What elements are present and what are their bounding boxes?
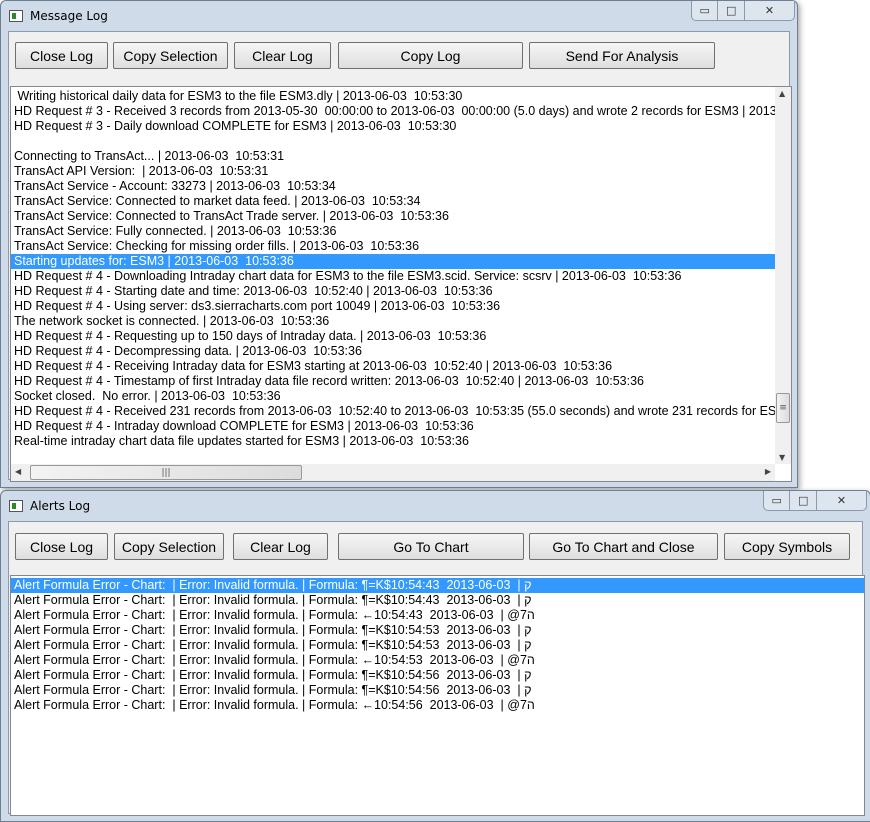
list-item[interactable]: Alert Formula Error - Chart: | Error: In… bbox=[11, 638, 864, 653]
close-log-button[interactable]: Close Log bbox=[15, 533, 108, 560]
clear-log-button[interactable]: Clear Log bbox=[233, 533, 328, 560]
maximize-icon[interactable]: □ bbox=[790, 491, 817, 510]
scroll-right-icon[interactable]: ▶ bbox=[765, 467, 771, 476]
horizontal-scrollbar[interactable]: ◀ ||| ▶ bbox=[11, 464, 775, 481]
list-item[interactable]: TransAct Service: Fully connected. | 201… bbox=[11, 224, 775, 239]
list-item[interactable]: HD Request # 4 - Using server: ds3.sierr… bbox=[11, 299, 775, 314]
list-item[interactable]: Alert Formula Error - Chart: | Error: In… bbox=[11, 578, 864, 593]
minimize-icon[interactable]: ▭ bbox=[692, 1, 719, 20]
close-log-button[interactable]: Close Log bbox=[15, 42, 108, 69]
alerts-log-list[interactable]: Alert Formula Error - Chart: | Error: In… bbox=[10, 575, 865, 816]
go-to-chart-and-close-button[interactable]: Go To Chart and Close bbox=[529, 533, 718, 560]
go-to-chart-button[interactable]: Go To Chart bbox=[338, 533, 524, 560]
send-for-analysis-button[interactable]: Send For Analysis bbox=[529, 42, 715, 69]
list-item[interactable]: TransAct API Version: | 2013-06-03 10:53… bbox=[11, 164, 775, 179]
list-item[interactable]: HD Request # 3 - Daily download COMPLETE… bbox=[11, 119, 775, 134]
list-item[interactable]: TransAct Service - Account: 33273 | 2013… bbox=[11, 179, 775, 194]
copy-selection-button[interactable]: Copy Selection bbox=[113, 42, 228, 69]
list-item[interactable]: Alert Formula Error - Chart: | Error: In… bbox=[11, 683, 864, 698]
list-item[interactable]: Alert Formula Error - Chart: | Error: In… bbox=[11, 668, 864, 683]
list-item[interactable]: HD Request # 4 - Requesting up to 150 da… bbox=[11, 329, 775, 344]
copy-symbols-button[interactable]: Copy Symbols bbox=[724, 533, 850, 560]
list-item[interactable]: Alert Formula Error - Chart: | Error: In… bbox=[11, 698, 864, 713]
list-item[interactable]: HD Request # 4 - Receiving Intraday data… bbox=[11, 359, 775, 374]
list-item[interactable] bbox=[11, 134, 775, 149]
list-item[interactable]: The network socket is connected. | 2013-… bbox=[11, 314, 775, 329]
alerts-log-window: Alerts Log ▭ □ ✕ Close Log Copy Selectio… bbox=[0, 490, 870, 822]
app-icon bbox=[9, 10, 23, 22]
copy-selection-button[interactable]: Copy Selection bbox=[114, 533, 224, 560]
scroll-up-icon[interactable]: ▲ bbox=[779, 89, 785, 98]
close-icon[interactable]: ✕ bbox=[745, 1, 794, 20]
clear-log-button[interactable]: Clear Log bbox=[234, 42, 331, 69]
minimize-icon[interactable]: ▭ bbox=[764, 491, 791, 510]
scroll-left-icon[interactable]: ◀ bbox=[15, 467, 21, 476]
title-bar[interactable]: Message Log ▭ □ ✕ bbox=[1, 1, 797, 31]
message-log-window: Message Log ▭ □ ✕ Close Log Copy Selecti… bbox=[0, 0, 798, 488]
list-item[interactable]: TransAct Service: Connected to TransAct … bbox=[11, 209, 775, 224]
list-item[interactable]: HD Request # 4 - Decompressing data. | 2… bbox=[11, 344, 775, 359]
list-item[interactable]: Alert Formula Error - Chart: | Error: In… bbox=[11, 608, 864, 623]
message-log-client: Close Log Copy Selection Clear Log Copy … bbox=[8, 31, 792, 482]
maximize-icon[interactable]: □ bbox=[718, 1, 745, 20]
list-item[interactable]: Connecting to TransAct... | 2013-06-03 1… bbox=[11, 149, 775, 164]
title-bar[interactable]: Alerts Log ▭ □ ✕ bbox=[1, 491, 870, 521]
list-item[interactable]: Real-time intraday chart data file updat… bbox=[11, 434, 775, 449]
window-title: Message Log bbox=[30, 9, 108, 23]
list-item[interactable]: HD Request # 4 - Received 231 records fr… bbox=[11, 404, 775, 419]
list-item[interactable]: Alert Formula Error - Chart: | Error: In… bbox=[11, 653, 864, 668]
list-item[interactable]: HD Request # 4 - Intraday download COMPL… bbox=[11, 419, 775, 434]
window-title: Alerts Log bbox=[30, 499, 91, 513]
list-item[interactable]: Socket closed. No error. | 2013-06-03 10… bbox=[11, 389, 775, 404]
list-item[interactable]: TransAct Service: Checking for missing o… bbox=[11, 239, 775, 254]
list-item[interactable]: Alert Formula Error - Chart: | Error: In… bbox=[11, 593, 864, 608]
list-item[interactable]: HD Request # 4 - Starting date and time:… bbox=[11, 284, 775, 299]
message-log-list[interactable]: Writing historical daily data for ESM3 t… bbox=[10, 86, 792, 482]
list-item[interactable]: TransAct Service: Connected to market da… bbox=[11, 194, 775, 209]
app-icon bbox=[9, 500, 23, 512]
list-item[interactable]: Alert Formula Error - Chart: | Error: In… bbox=[11, 623, 864, 638]
list-item[interactable]: HD Request # 4 - Downloading Intraday ch… bbox=[11, 269, 775, 284]
list-item[interactable]: Starting updates for: ESM3 | 2013-06-03 … bbox=[11, 254, 775, 269]
alerts-log-client: Close Log Copy Selection Clear Log Go To… bbox=[8, 521, 865, 816]
close-icon[interactable]: ✕ bbox=[817, 491, 866, 510]
list-item[interactable]: HD Request # 4 - Timestamp of first Intr… bbox=[11, 374, 775, 389]
horizontal-scroll-thumb[interactable]: ||| bbox=[30, 465, 302, 480]
scroll-down-icon[interactable]: ▼ bbox=[779, 453, 785, 462]
copy-log-button[interactable]: Copy Log bbox=[338, 42, 523, 69]
list-item[interactable]: HD Request # 3 - Received 3 records from… bbox=[11, 104, 775, 119]
vertical-scroll-thumb[interactable]: ≡ bbox=[776, 393, 790, 423]
list-item[interactable]: Writing historical daily data for ESM3 t… bbox=[11, 89, 775, 104]
vertical-scrollbar[interactable]: ▲ ≡ ▼ bbox=[775, 87, 791, 464]
